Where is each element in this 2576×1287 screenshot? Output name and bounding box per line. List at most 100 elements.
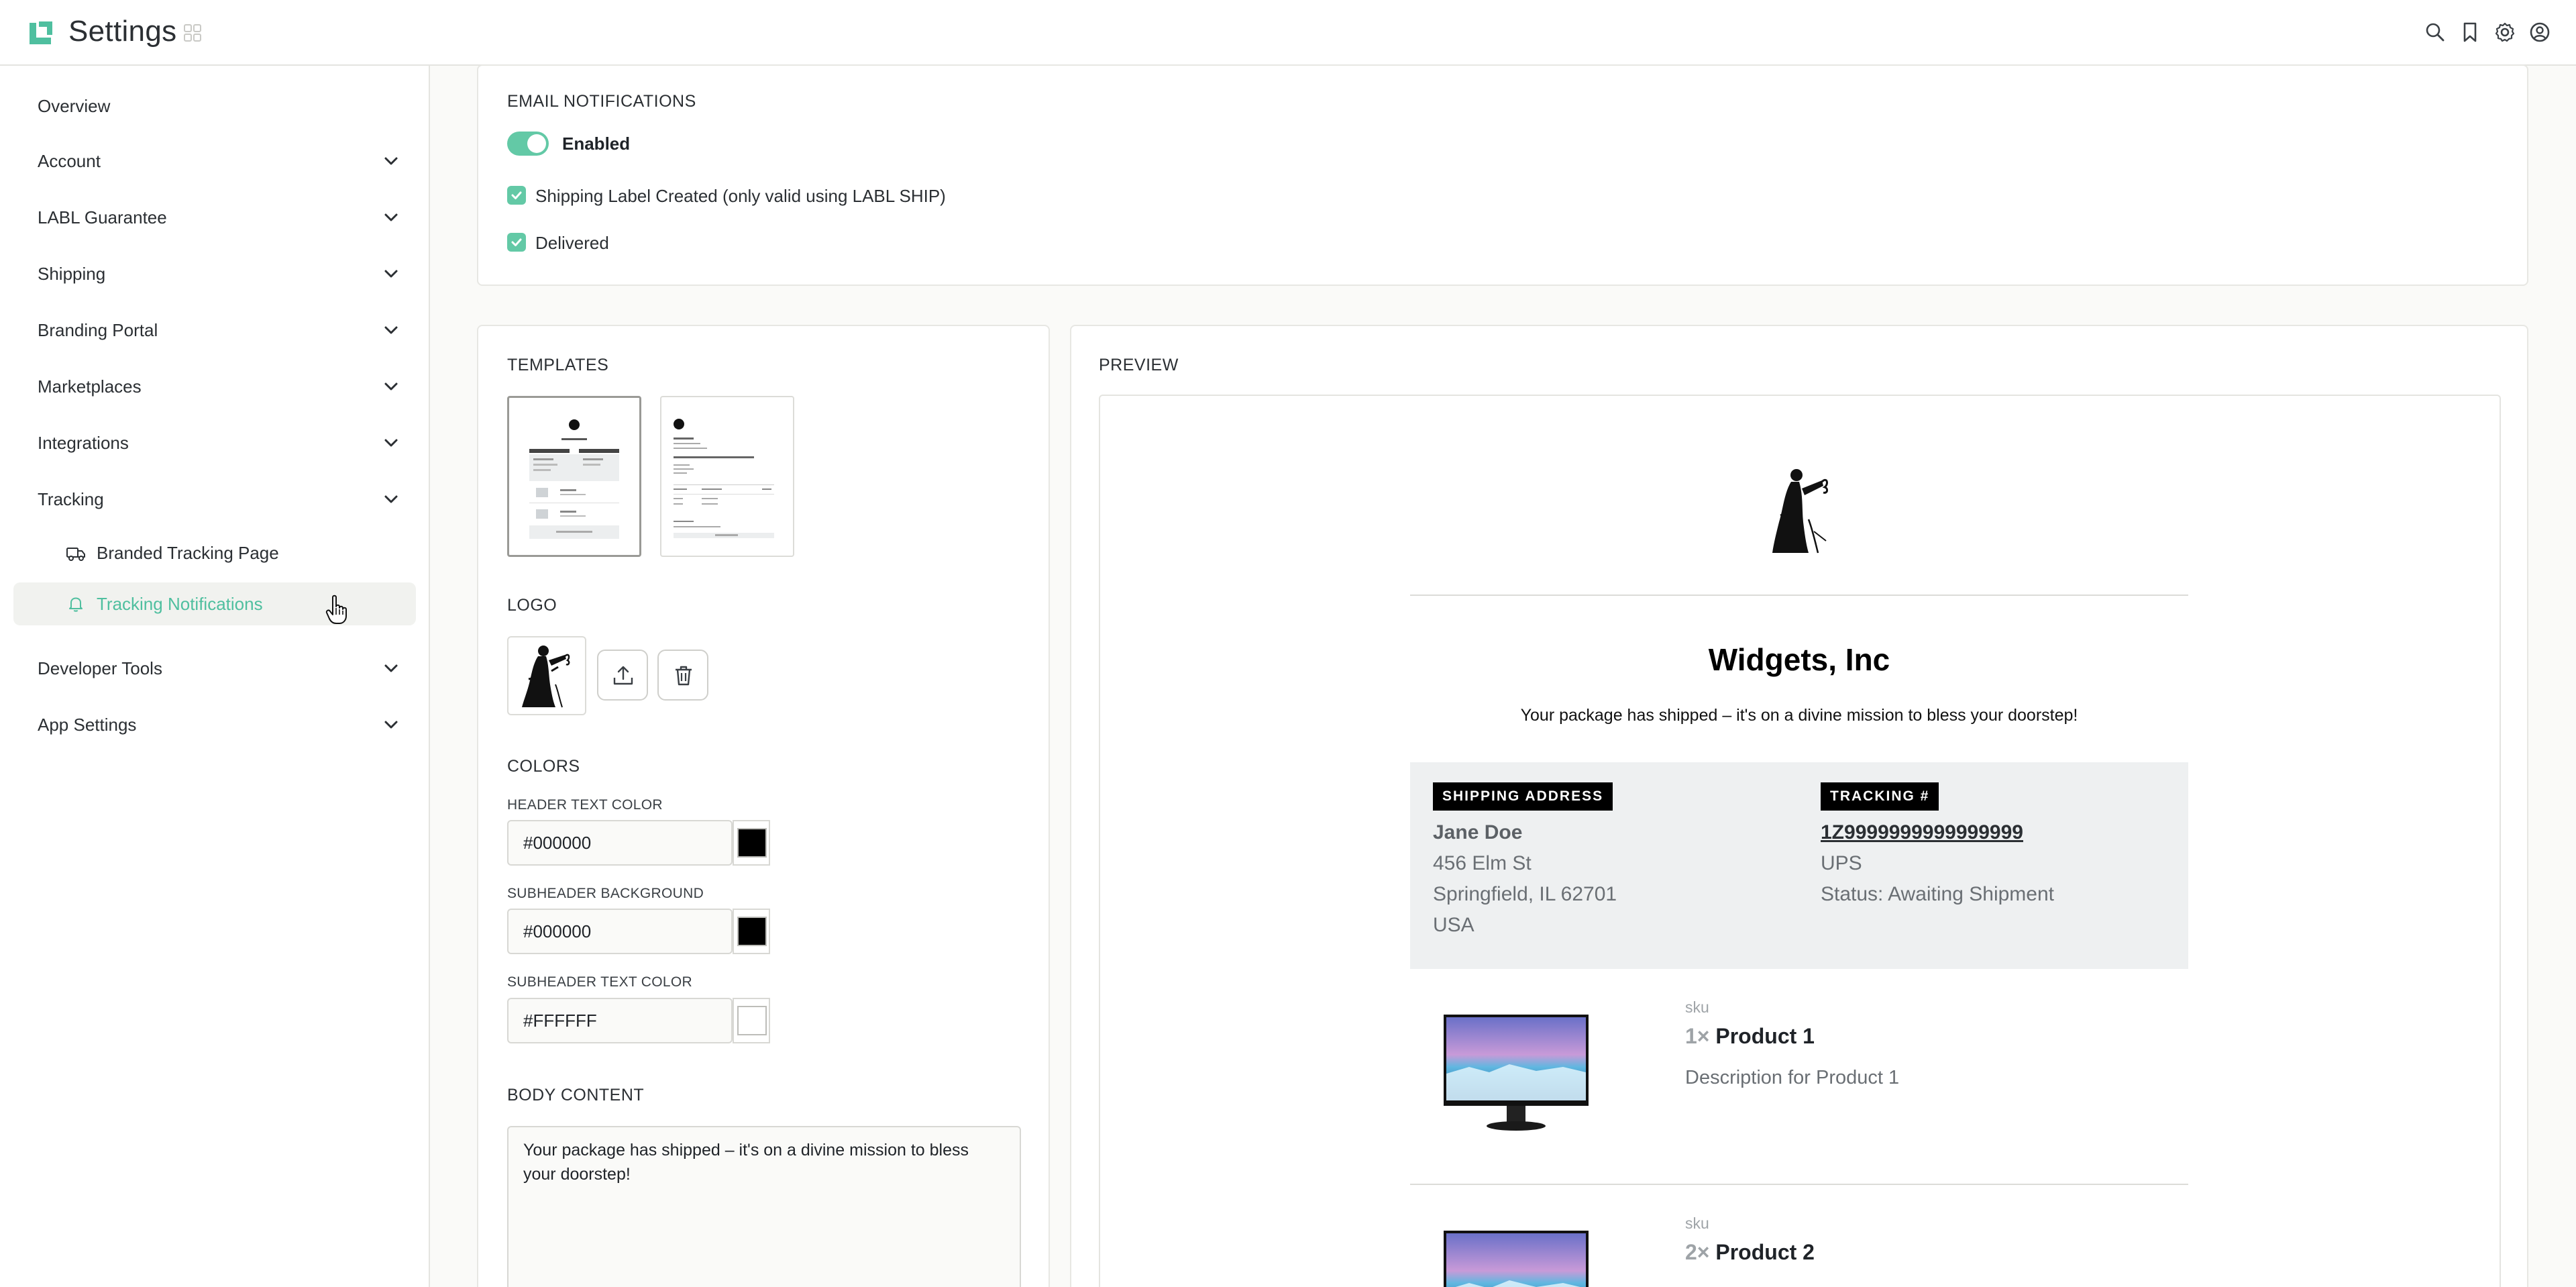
address-street: 456 Elm St (1433, 852, 1532, 874)
monk-figure-icon (522, 646, 570, 708)
sidebar-subitem-branded-tracking-page[interactable]: Branded Tracking Page (13, 531, 416, 574)
colors-title: COLORS (507, 757, 580, 776)
hand-cursor-icon (325, 595, 347, 624)
tracking-number-tag: TRACKING # (1821, 782, 1939, 811)
subheader-text-color-swatch[interactable] (733, 998, 770, 1043)
header-text-color-input[interactable] (507, 820, 733, 866)
checkbox-label: Shipping Label Created (only valid using… (535, 186, 946, 206)
trash-icon (676, 666, 692, 686)
subheader-text-color-input[interactable] (507, 998, 733, 1043)
app-title: Settings (68, 15, 177, 48)
chevron-down-icon (384, 495, 398, 503)
template-1-thumbnail (529, 419, 619, 539)
subheader-background-label: SUBHEADER BACKGROUND (507, 886, 704, 901)
sidebar-item-label: Account (38, 150, 101, 171)
gear-icon[interactable] (2494, 21, 2516, 43)
email-notifications-title: EMAIL NOTIFICATIONS (507, 92, 696, 111)
check-icon (511, 238, 522, 246)
toggle-knob (527, 134, 546, 153)
sidebar-item-labl-guarantee[interactable]: LABL Guarantee (0, 189, 430, 246)
check-icon (511, 191, 522, 199)
swatch-fill (737, 828, 767, 858)
product-qty: 1× (1685, 1024, 1710, 1048)
product-2-image (1444, 1231, 1589, 1287)
monk-figure-icon (1772, 469, 1829, 554)
product-quantity-name: 1× Product 1 (1685, 1024, 1815, 1049)
preview-divider (1410, 1184, 2188, 1185)
swatch-fill (737, 917, 767, 946)
body-content-textarea[interactable] (507, 1126, 1021, 1287)
sidebar-item-marketplaces[interactable]: Marketplaces (0, 358, 430, 415)
chevron-down-icon (384, 326, 398, 334)
sidebar-item-label: App Settings (38, 714, 137, 735)
shipping-label-created-checkbox[interactable] (507, 186, 526, 205)
template-2-thumbnail (674, 419, 774, 538)
sidebar-item-label: Tracking (38, 488, 104, 509)
chevron-down-icon (384, 439, 398, 447)
tracking-carrier: UPS (1821, 852, 1862, 874)
logo-preview (507, 636, 586, 715)
product-sku: sku (1685, 1215, 1709, 1232)
tracking-number-link[interactable]: 1Z9999999999999999 (1821, 821, 2023, 844)
apps-grid-icon[interactable] (184, 24, 201, 42)
sidebar-item-branding-portal[interactable]: Branding Portal (0, 302, 430, 358)
address-city: Springfield, IL 62701 (1433, 883, 1617, 905)
email-notifications-card (477, 64, 2528, 286)
subheader-background-input[interactable] (507, 909, 733, 954)
sidebar-item-tracking[interactable]: Tracking (0, 471, 430, 527)
sidebar-item-shipping[interactable]: Shipping (0, 246, 430, 302)
header-text-color-swatch[interactable] (733, 820, 770, 866)
brand-logo-icon[interactable] (27, 19, 55, 47)
upload-icon (613, 666, 633, 685)
sidebar-item-developer-tools[interactable]: Developer Tools (0, 640, 430, 697)
sidebar-item-label: Shipping (38, 263, 106, 284)
subheader-background-swatch[interactable] (733, 909, 770, 954)
sidebar-item-label: LABL Guarantee (38, 207, 167, 227)
search-icon[interactable] (2424, 21, 2446, 43)
sidebar-item-overview[interactable]: Overview (0, 78, 430, 134)
chevron-down-icon (384, 270, 398, 278)
checkbox-label: Delivered (535, 233, 609, 253)
preview-company-name: Widgets, Inc (1708, 642, 1890, 677)
upload-logo-button[interactable] (597, 650, 648, 701)
product-qty: 2× (1685, 1240, 1710, 1264)
bell-icon (69, 597, 83, 612)
template-option-2[interactable] (660, 396, 794, 557)
preview-shipping-box: SHIPPING ADDRESS TRACKING # Jane Doe 456… (1410, 762, 2188, 969)
notifications-enabled-toggle[interactable] (507, 132, 549, 156)
top-bar: Settings (0, 0, 2576, 66)
header-text-color-label: HEADER TEXT COLOR (507, 797, 663, 813)
sidebar-item-integrations[interactable]: Integrations (0, 415, 430, 471)
template-option-1[interactable] (507, 396, 641, 557)
product-1-image (1444, 1015, 1589, 1131)
product-quantity-name: 2× Product 2 (1685, 1240, 1815, 1265)
swatch-fill (737, 1006, 767, 1035)
tracking-status: Status: Awaiting Shipment (1821, 883, 2054, 905)
product-name: Product 2 (1715, 1240, 1815, 1264)
sidebar-subitem-label: Tracking Notifications (97, 593, 263, 614)
sidebar-item-label: Marketplaces (38, 376, 142, 397)
truck-icon (66, 548, 85, 561)
preview-title: PREVIEW (1099, 356, 1179, 374)
shipping-address-tag: SHIPPING ADDRESS (1433, 782, 1613, 811)
user-circle-icon[interactable] (2529, 21, 2551, 43)
address-name: Jane Doe (1433, 821, 1523, 843)
sidebar-item-account[interactable]: Account (0, 133, 430, 189)
delivered-checkbox[interactable] (507, 233, 526, 252)
sidebar-item-label: Overview (38, 95, 111, 116)
product-description: Description for Product 1 (1685, 1067, 1900, 1088)
email-preview: Widgets, Inc Your package has shipped – … (1099, 395, 2501, 1287)
templates-title: TEMPLATES (507, 356, 609, 374)
subheader-text-color-label: SUBHEADER TEXT COLOR (507, 974, 692, 990)
toggle-label: Enabled (562, 134, 631, 154)
chevron-down-icon (384, 664, 398, 672)
sidebar: Overview Account LABL Guarantee Shipping… (0, 66, 430, 1287)
sidebar-item-label: Integrations (38, 432, 129, 453)
product-name: Product 1 (1715, 1024, 1815, 1048)
bookmark-icon[interactable] (2459, 21, 2481, 43)
sidebar-subitem-tracking-notifications[interactable]: Tracking Notifications (13, 582, 416, 625)
sidebar-item-app-settings[interactable]: App Settings (0, 697, 430, 753)
sidebar-item-label: Developer Tools (38, 658, 162, 678)
address-country: USA (1433, 914, 1474, 936)
delete-logo-button[interactable] (657, 650, 708, 701)
